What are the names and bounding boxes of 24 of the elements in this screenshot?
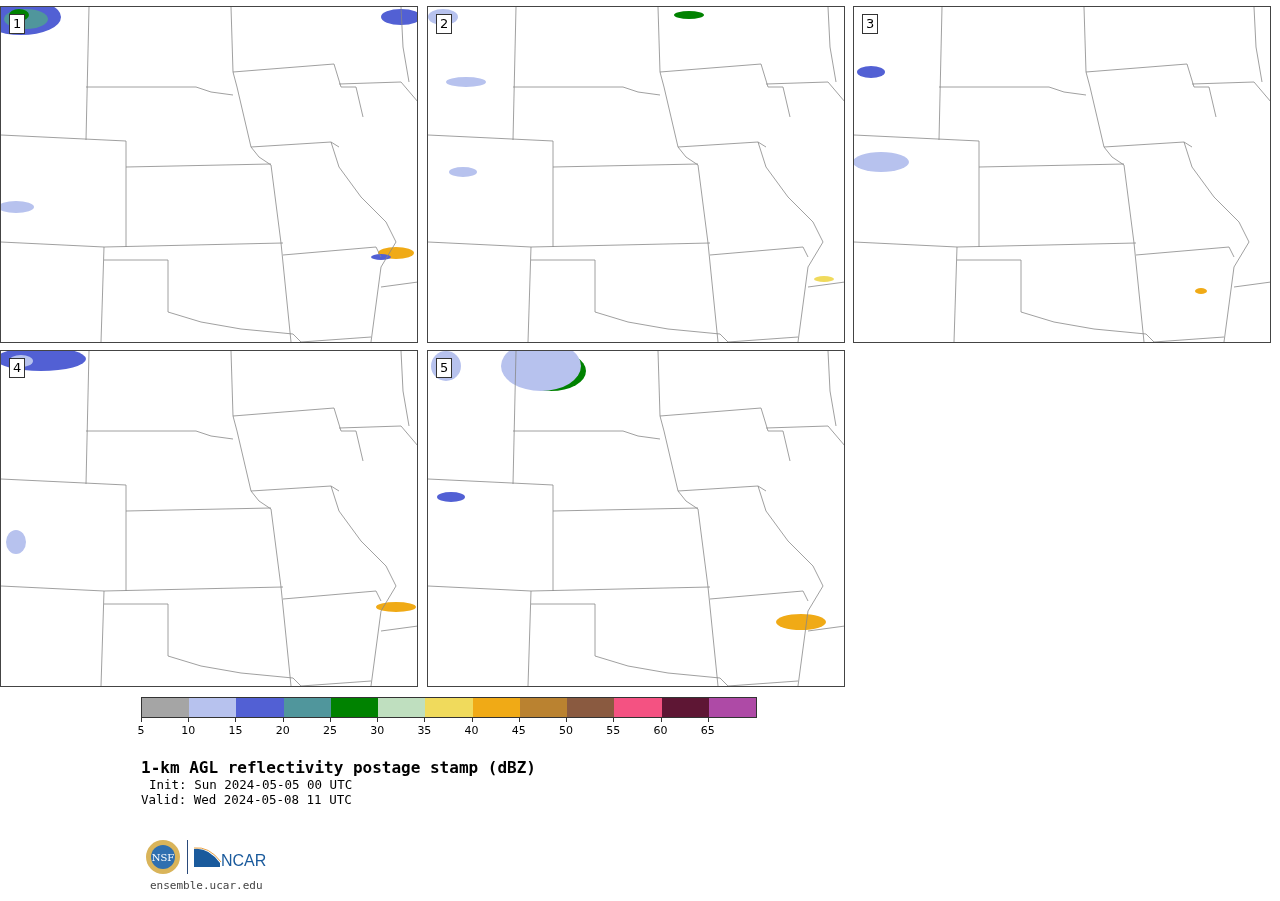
tick-label: 25 [322, 724, 337, 737]
member-number: 3 [862, 14, 879, 34]
member-number: 2 [436, 14, 453, 34]
tick-label: 60 [653, 724, 668, 737]
tick-label: 40 [464, 724, 479, 737]
tick-label: 20 [275, 724, 290, 737]
tick-label: 45 [511, 724, 526, 737]
tick-label: 65 [700, 724, 715, 737]
tick-label: 5 [137, 724, 145, 737]
init-time: Init: Sun 2024-05-05 00 UTC [148, 777, 354, 792]
tick-label: 55 [606, 724, 621, 737]
member-number: 4 [9, 358, 26, 378]
member-number: 1 [9, 14, 26, 34]
ncar-logo: NCAR [194, 845, 268, 869]
seal-logo: NSF [145, 839, 181, 875]
tick-label: 10 [181, 724, 196, 737]
tick-label: 35 [417, 724, 432, 737]
tick-label: 50 [559, 724, 574, 737]
valid-time: Valid: Wed 2024-05-08 11 UTC [141, 792, 353, 807]
chart-title: 1-km AGL reflectivity postage stamp (dBZ) [141, 758, 537, 777]
member-number: 5 [436, 358, 453, 378]
site-url: ensemble.ucar.edu [150, 879, 264, 892]
tick-label: 15 [228, 724, 243, 737]
tick-label: 30 [370, 724, 385, 737]
